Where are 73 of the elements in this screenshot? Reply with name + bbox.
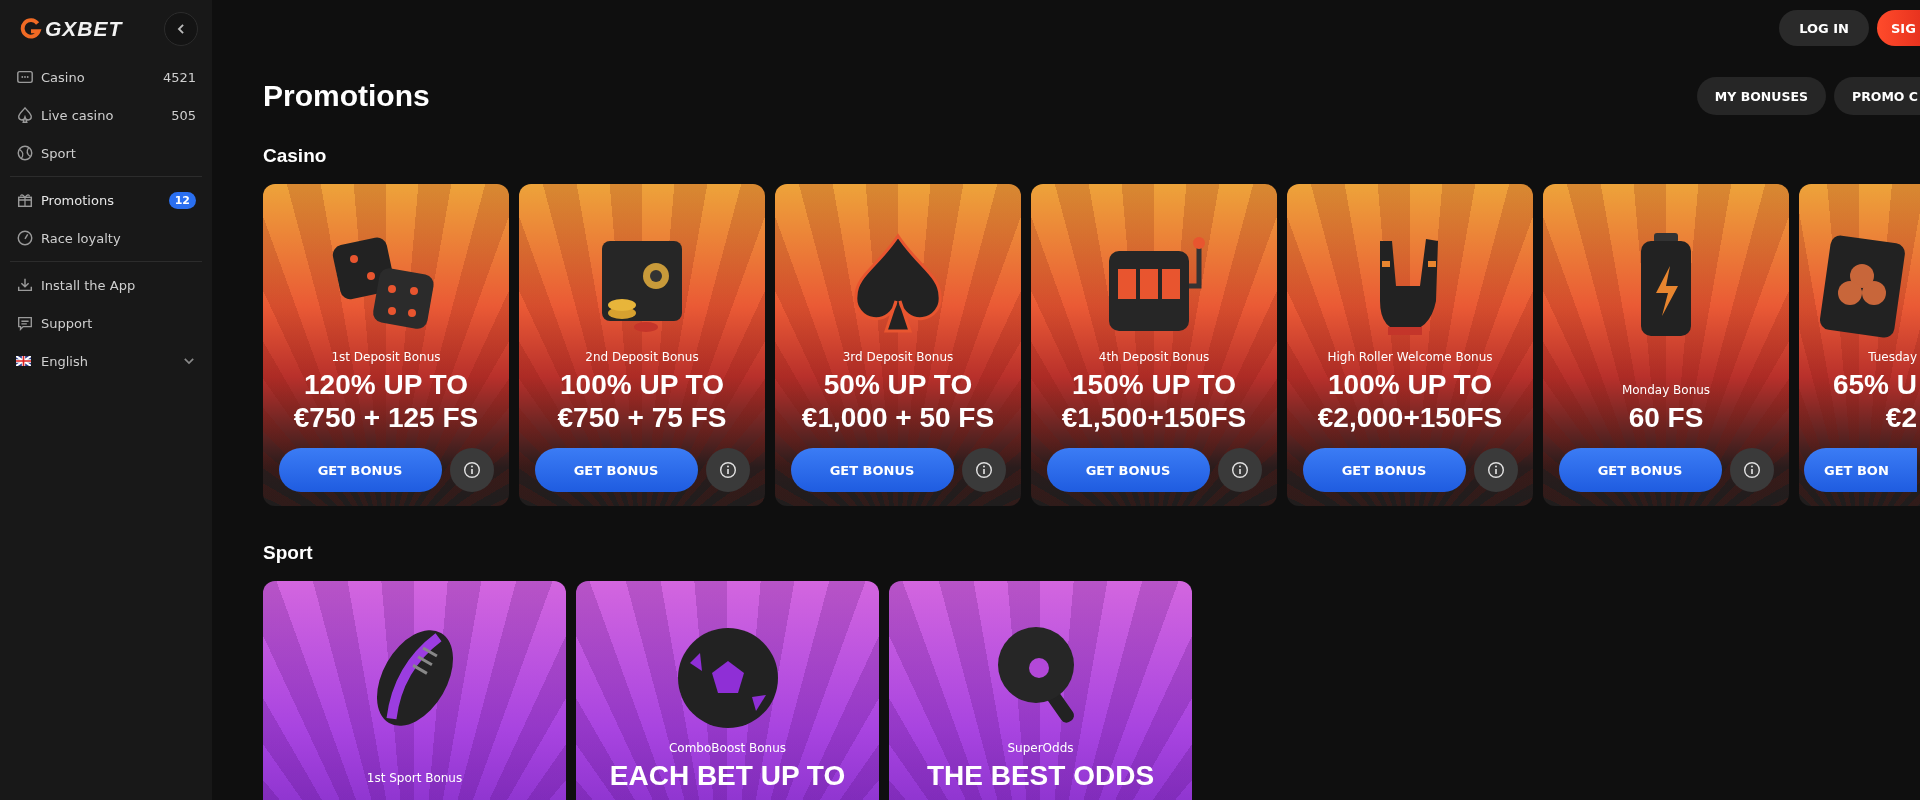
bonus-amount: €1,000 + 50 FS (801, 401, 995, 434)
info-button[interactable] (1217, 448, 1262, 492)
logo-icon (20, 18, 42, 40)
spade-icon (16, 106, 34, 124)
nav-item[interactable]: Install the App (10, 266, 202, 304)
bonus-name: 2nd Deposit Bonus (585, 350, 699, 364)
get-bonus-button[interactable]: GET BONUS (1302, 448, 1466, 492)
language-selector[interactable]: English (10, 342, 202, 380)
get-bonus-button[interactable]: GET BONUS (534, 448, 698, 492)
get-bonus-button[interactable]: GET BON (1804, 448, 1917, 492)
section-title: Sport (263, 542, 314, 564)
count-badge: 12 (168, 191, 196, 209)
info-icon (1486, 461, 1505, 479)
get-bonus-button[interactable]: GET BONUS (790, 448, 954, 492)
chat-icon (16, 314, 34, 332)
bonus-amount: 100% UP TO (560, 368, 724, 401)
download-icon (16, 276, 34, 294)
info-button[interactable] (449, 448, 494, 492)
bonus-amount: 120% UP TO (304, 368, 468, 401)
info-button[interactable] (961, 448, 1006, 492)
get-bonus-button[interactable]: GET BONUS (1046, 448, 1210, 492)
get-bonus-button[interactable]: GET BONUS (1558, 448, 1722, 492)
info-icon (1742, 461, 1761, 479)
info-button[interactable] (1473, 448, 1518, 492)
pill-button[interactable]: MY BONUSES (1696, 77, 1826, 115)
bonus-name: SuperOdds (1007, 741, 1074, 755)
slot-machine-icon (16, 68, 34, 86)
get-bonus-button[interactable]: GET BONUS (278, 448, 442, 492)
flag-icon (16, 356, 31, 366)
bonus-amount: €1,500+150FS (1061, 401, 1247, 434)
pill-button[interactable]: PROMO C (1834, 77, 1920, 115)
bonus-amount: 50% UP TO (823, 368, 973, 401)
nav-item[interactable]: Race loyalty (10, 219, 202, 257)
info-icon (718, 461, 737, 479)
info-button[interactable] (705, 448, 750, 492)
info-icon (1230, 461, 1249, 479)
collapse-button[interactable] (164, 12, 198, 46)
info-icon (974, 461, 993, 479)
bonus-name: Monday Bonus (1621, 383, 1711, 397)
bonus-name: Tuesday (1868, 350, 1917, 364)
nav-item[interactable]: Sport (10, 134, 202, 172)
bonus-name: High Roller Welcome Bonus (1327, 350, 1493, 364)
gift-icon (16, 191, 34, 209)
bonus-amount: 60 FS (1628, 401, 1704, 434)
login-button[interactable]: LOG IN (1779, 10, 1869, 46)
count-label: 505 (171, 107, 196, 123)
nav-item[interactable]: Live casino 505 (10, 96, 202, 134)
section-title: Casino (263, 145, 328, 167)
bonus-amount: 150% UP TO (1072, 368, 1236, 401)
bonus-name: 3rd Deposit Bonus (842, 350, 954, 364)
bonus-amount: €2,000+150FS (1317, 401, 1503, 434)
bonus-name: ComboBoost Bonus (668, 741, 787, 755)
bonus-name: 1st Deposit Bonus (331, 350, 441, 364)
bonus-name: 1st Sport Bonus (366, 771, 463, 785)
bonus-amount: €750 + 125 FS (293, 401, 479, 434)
bonus-amount: EACH BET UP TO (609, 759, 846, 792)
info-button[interactable] (1729, 448, 1774, 492)
sign-up-button[interactable]: SIG (1877, 10, 1920, 46)
ball-icon (16, 144, 34, 162)
bonus-amount: €2 (1885, 401, 1917, 434)
count-label: 4521 (162, 69, 196, 85)
bonus-name: 4th Deposit Bonus (1098, 350, 1210, 364)
page-title: Promotions (263, 79, 430, 113)
bonus-amount: THE BEST ODDS (926, 759, 1155, 792)
bonus-amount: €750 + 75 FS (557, 401, 727, 434)
bonus-amount: 100% UP TO (1328, 368, 1492, 401)
nav-item[interactable]: Support (10, 304, 202, 342)
nav-item[interactable]: Promotions 12 (10, 181, 202, 219)
nav-item[interactable]: Casino 4521 (10, 58, 202, 96)
logo-text: GXBET (45, 17, 123, 41)
info-icon (462, 461, 481, 479)
bonus-amount: 65% U (1832, 368, 1917, 401)
gauge-icon (16, 229, 34, 247)
